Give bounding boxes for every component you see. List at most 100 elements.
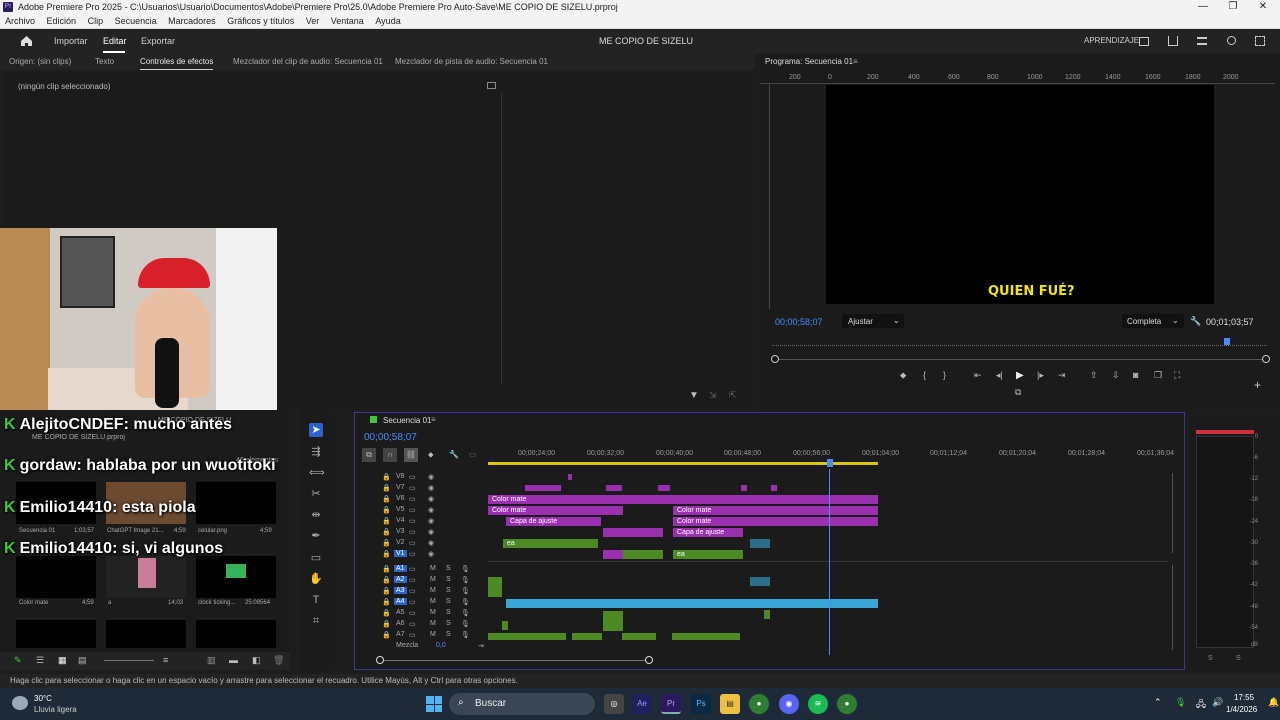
step-forward-icon[interactable]: |▸: [1037, 370, 1044, 381]
eye-icon[interactable]: ◉: [428, 473, 434, 481]
solo-button[interactable]: S: [446, 587, 451, 594]
menu-secuencia[interactable]: Secuencia: [110, 15, 161, 28]
lock-icon[interactable]: 🔒: [382, 609, 391, 617]
thumb-item[interactable]: [16, 620, 96, 648]
add-marker-icon[interactable]: ⬥: [428, 450, 434, 460]
automate-icon[interactable]: ▥: [207, 655, 216, 666]
search-box[interactable]: ⌕ Buscar: [449, 693, 595, 715]
track-v4[interactable]: V4: [396, 517, 405, 524]
marker-icon[interactable]: ⬥: [900, 370, 906, 381]
restore-button[interactable]: ❐: [1218, 0, 1248, 15]
go-to-in-icon[interactable]: ⇤: [974, 370, 982, 381]
track-a7[interactable]: A7: [396, 631, 405, 638]
menu-archivo[interactable]: Archivo: [0, 15, 39, 28]
toggle-output-icon[interactable]: ▭: [409, 609, 416, 617]
volume-icon[interactable]: 🔊: [1212, 697, 1223, 708]
workspaces-icon[interactable]: [1197, 37, 1207, 45]
clip-audio[interactable]: [672, 633, 740, 640]
microphone-icon[interactable]: 🎙: [461, 620, 470, 628]
file-explorer-icon[interactable]: ▤: [720, 694, 740, 714]
export-tab[interactable]: Exportar: [141, 36, 175, 46]
track-select-tool-icon[interactable]: ⇶: [309, 445, 323, 459]
linked-selection-icon[interactable]: ⛓: [404, 448, 418, 462]
sort-icon[interactable]: ≡: [163, 655, 168, 665]
solo-button[interactable]: S: [446, 576, 451, 583]
lock-icon[interactable]: 🔒: [382, 587, 391, 595]
clip-audio[interactable]: [488, 633, 566, 640]
track-v2[interactable]: V2: [396, 539, 405, 546]
solo-button[interactable]: S: [446, 565, 451, 572]
clip-audio[interactable]: [622, 633, 656, 640]
toggle-output-icon[interactable]: ▭: [409, 484, 416, 492]
menu-marcadores[interactable]: Marcadores: [163, 15, 220, 28]
microphone-icon[interactable]: 🎙: [461, 631, 470, 639]
widget-app-icon[interactable]: ◎: [604, 694, 624, 714]
minimize-button[interactable]: —: [1188, 0, 1218, 15]
mute-button[interactable]: M: [430, 609, 436, 616]
program-timecode[interactable]: 00;00;58;07: [775, 317, 823, 327]
premiere-icon[interactable]: Pr: [661, 694, 681, 714]
extract-icon[interactable]: ⇩: [1112, 370, 1120, 381]
thumb-color-mate[interactable]: [16, 556, 96, 598]
close-button[interactable]: ✕: [1248, 0, 1278, 15]
mix-value[interactable]: 0,0: [436, 642, 446, 649]
step-icon[interactable]: ⇱: [729, 390, 737, 401]
freeform-view-icon[interactable]: ▤: [78, 655, 87, 666]
zoom-slider[interactable]: [104, 660, 154, 661]
export-frame-icon[interactable]: ⇲: [709, 390, 717, 401]
solo-right-button[interactable]: S: [1236, 655, 1241, 662]
notification-icon[interactable]: 🔔: [1268, 697, 1279, 708]
clip-ea[interactable]: ea: [503, 539, 598, 548]
play-icon[interactable]: ▶: [1016, 370, 1024, 381]
panel-icon[interactable]: [1139, 37, 1149, 46]
track-v1[interactable]: V1: [394, 550, 407, 557]
program-playhead[interactable]: [1224, 338, 1231, 345]
clip-audio[interactable]: [488, 577, 502, 597]
comparison-view-icon[interactable]: ❐: [1154, 370, 1162, 381]
camera-icon[interactable]: ◙: [1133, 370, 1138, 380]
spotify-icon[interactable]: ≋: [808, 694, 828, 714]
eye-icon[interactable]: ◉: [428, 506, 434, 514]
clip-audio[interactable]: [572, 633, 602, 640]
chrome-icon[interactable]: ●: [749, 694, 769, 714]
toggle-output-icon[interactable]: ▭: [409, 473, 416, 481]
toggle-output-icon[interactable]: ▭: [409, 539, 416, 547]
filter-icon[interactable]: ▼: [689, 390, 699, 401]
scroll-handle-left[interactable]: [376, 656, 384, 664]
toggle-output-icon[interactable]: ▭: [409, 528, 416, 536]
new-bin-icon[interactable]: ▬: [229, 655, 238, 665]
audio-vertical-scrollbar[interactable]: [1172, 565, 1173, 650]
search-icon[interactable]: [1227, 36, 1236, 45]
clip[interactable]: [771, 485, 777, 491]
scroll-handle-right[interactable]: [645, 656, 653, 664]
video-vertical-scrollbar[interactable]: [1172, 473, 1173, 553]
mute-button[interactable]: M: [430, 587, 436, 594]
close-icon[interactable]: [370, 416, 377, 423]
track-v3[interactable]: V3: [396, 528, 405, 535]
program-title[interactable]: Programa: Secuencia 01: [765, 57, 853, 66]
work-area-bar[interactable]: [488, 462, 878, 465]
tab-effect-controls[interactable]: Controles de efectos: [140, 57, 214, 70]
eye-icon[interactable]: ◉: [428, 528, 434, 536]
clip[interactable]: [741, 485, 747, 491]
track-a2[interactable]: A2: [394, 576, 407, 583]
type-tool-icon[interactable]: T: [309, 593, 323, 607]
track-v5[interactable]: V5: [396, 506, 405, 513]
microphone-icon[interactable]: 🎙: [461, 587, 470, 595]
mute-button[interactable]: M: [430, 576, 436, 583]
track-a1[interactable]: A1: [394, 565, 407, 572]
mute-button[interactable]: M: [430, 598, 436, 605]
eye-icon[interactable]: ◉: [428, 517, 434, 525]
lock-icon[interactable]: 🔒: [382, 506, 391, 514]
start-button-icon[interactable]: [426, 696, 442, 712]
zoom-scrollbar[interactable]: [772, 359, 1267, 360]
clip-audio[interactable]: [603, 611, 623, 631]
menu-clip[interactable]: Clip: [83, 15, 108, 28]
clip-color-mate[interactable]: Color mate: [488, 495, 878, 504]
icon-view-icon[interactable]: ▦: [58, 655, 67, 666]
nest-icon[interactable]: ⧉: [362, 448, 376, 462]
clip-adjustment[interactable]: Capa de ajuste: [673, 528, 743, 537]
edit-tab[interactable]: Editar: [103, 36, 127, 46]
eye-icon[interactable]: ◉: [428, 495, 434, 503]
learning-button[interactable]: APRENDIZAJE: [1084, 36, 1139, 45]
